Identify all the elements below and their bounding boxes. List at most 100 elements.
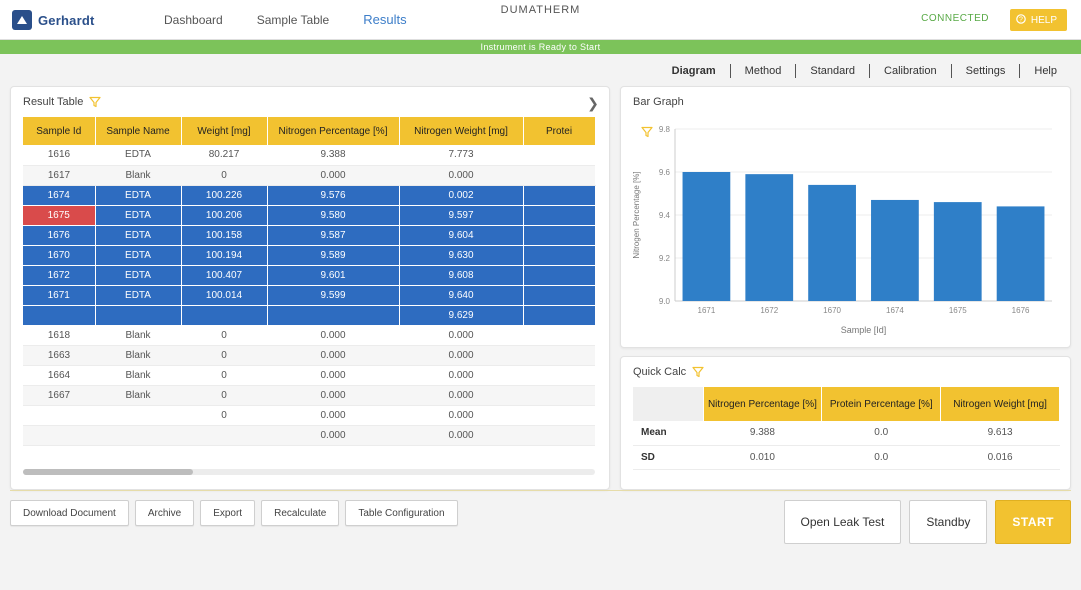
table-row[interactable]: 1664 Blank 0 0.000 0.000 [23,365,595,386]
sub-nav-diagram[interactable]: Diagram [658,64,731,78]
table-row[interactable]: 0 0.000 0.000 [23,405,595,426]
download-document-button[interactable]: Download Document [10,500,129,526]
table-cell: 0.000 [267,345,399,366]
table-row[interactable]: 1616 EDTA 80.217 9.388 7.773 [23,145,595,166]
result-table-header: Result Table [23,96,101,108]
archive-button[interactable]: Archive [134,500,195,526]
x-tick-label: 1672 [760,306,778,315]
action-bar: Download Document Archive Export Recalcu… [10,500,610,530]
table-row[interactable]: 1670 EDTA 100.194 9.589 9.630 [23,245,596,266]
recalculate-button[interactable]: Recalculate [261,500,340,526]
export-button[interactable]: Export [200,500,256,526]
table-cell [95,425,181,446]
table-cell: 0.0 [821,445,941,470]
sample-id-cell: 1664 [23,365,95,386]
sub-nav-standard[interactable]: Standard [796,64,871,78]
table-cell: 9.597 [399,205,524,226]
sample-id-cell [23,305,96,326]
column-header[interactable]: Weight [mg] [181,117,268,145]
standby-button[interactable]: Standby [909,500,988,544]
nav-results[interactable]: Results [349,0,420,40]
nav-dashboard[interactable]: Dashboard [150,0,237,40]
table-cell: 0 [181,405,267,426]
table-cell: 9.601 [267,265,400,286]
table-cell: 0 [181,345,267,366]
table-cell: 9.388 [267,145,399,166]
blank-header-cell [633,387,704,421]
y-tick-label: 9.2 [659,254,671,263]
table-cell: 0.000 [399,165,523,186]
table-row[interactable]: 0.000 0.000 [23,425,595,446]
table-row[interactable]: 1671 EDTA 100.014 9.599 9.640 [23,285,596,306]
sub-nav-method[interactable]: Method [731,64,797,78]
table-cell [523,285,596,306]
table-cell [523,225,596,246]
table-row[interactable]: 1618 Blank 0 0.000 0.000 [23,325,595,346]
column-header[interactable]: Nitrogen Weight [mg] [399,117,524,145]
start-button[interactable]: START [995,500,1071,544]
filter-icon[interactable] [89,96,101,108]
nav-sample-table[interactable]: Sample Table [243,0,344,40]
sub-nav-settings[interactable]: Settings [952,64,1021,78]
table-cell: 0.000 [399,345,523,366]
table-cell [523,365,595,386]
table-cell: 0 [181,365,267,386]
table-row[interactable]: 1667 Blank 0 0.000 0.000 [23,385,595,406]
scrollbar-thumb[interactable] [23,469,193,475]
app-window: Gerhardt DUMATHERM Dashboard Sample Tabl… [0,0,1081,590]
table-row[interactable]: 1672 EDTA 100.407 9.601 9.608 [23,265,596,286]
bar [808,184,856,301]
table-cell [523,305,596,326]
x-tick-label: 1670 [823,306,841,315]
table-configuration-button[interactable]: Table Configuration [345,500,458,526]
sample-id-cell: 1663 [23,345,95,366]
sub-nav-calibration[interactable]: Calibration [870,64,952,78]
table-cell: EDTA [95,265,182,286]
sample-id-cell: 1672 [23,265,96,286]
table-row[interactable]: 1674 EDTA 100.226 9.576 0.002 [23,185,596,206]
table-row[interactable]: 9.629 [23,305,596,326]
table-row[interactable]: 1663 Blank 0 0.000 0.000 [23,345,595,366]
column-header[interactable]: Protei [523,117,596,145]
x-tick-label: 1676 [1012,306,1030,315]
open-leak-test-button[interactable]: Open Leak Test [783,500,902,544]
table-cell: EDTA [95,205,182,226]
filter-icon[interactable] [641,96,702,138]
quick-calc-panel: Quick Calc Nitrogen Percentage [%] Prote… [620,356,1071,490]
table-cell [523,345,595,366]
table-cell: 0.000 [267,325,399,346]
table-row[interactable]: 1675 EDTA 100.206 9.580 9.597 [23,205,596,226]
table-cell [523,385,595,406]
table-cell [523,185,596,206]
table-cell [523,265,596,286]
table-cell [523,325,595,346]
horizontal-scrollbar[interactable] [23,469,595,475]
column-header[interactable]: Nitrogen Percentage [%] [267,117,400,145]
filter-icon[interactable] [692,366,704,378]
table-cell: 100.407 [181,265,268,286]
table-cell: 0.000 [399,325,523,346]
connection-status: CONNECTED [921,13,989,24]
chevron-right-icon[interactable]: ❯ [585,95,601,111]
table-cell: 100.158 [181,225,268,246]
y-tick-label: 9.4 [659,211,671,220]
table-cell: Blank [95,365,181,386]
svg-text:?: ? [1019,16,1023,23]
table-cell: 100.226 [181,185,268,206]
table-cell [95,405,181,426]
table-row[interactable]: 1676 EDTA 100.158 9.587 9.604 [23,225,596,246]
table-cell: 80.217 [181,145,267,166]
table-cell: Blank [95,165,181,186]
column-header[interactable]: Sample Id [23,117,96,145]
column-header[interactable]: Sample Name [95,117,182,145]
sub-nav-help[interactable]: Help [1020,64,1071,78]
sample-id-cell: 1670 [23,245,96,266]
quick-calc-header: Quick Calc [633,366,704,378]
y-axis-label: Nitrogen Percentage [%] [632,171,641,258]
table-row[interactable]: 1617 Blank 0 0.000 0.000 [23,165,595,186]
table-cell: 0.000 [267,365,399,386]
row-label: SD [633,445,703,470]
help-button[interactable]: ? HELP [1009,9,1067,31]
result-table-title: Result Table [23,96,84,108]
table-cell: EDTA [95,185,182,206]
